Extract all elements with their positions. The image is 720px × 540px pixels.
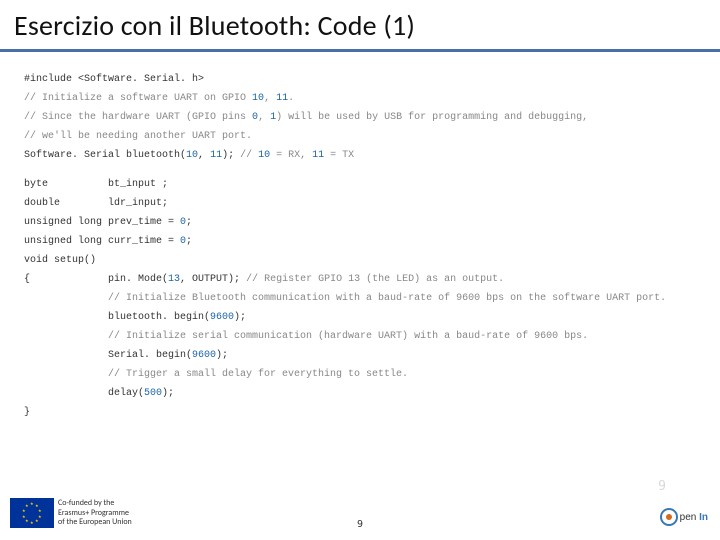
code-line: { pin. Mode(13, OUTPUT); // Register GPI… [24, 270, 700, 289]
phantom-number: 9 [658, 479, 666, 494]
openin-logo: pen In [660, 508, 708, 526]
code-comment: // Since the hardware UART (GPIO pins 0,… [24, 108, 700, 127]
code-line: double ldr_input; [24, 194, 700, 213]
code-line: Serial. begin(9600); [24, 346, 700, 365]
code-comment: // Initialize serial communication (hard… [24, 327, 700, 346]
code-comment: // we'll be needing another UART port. [24, 127, 700, 146]
code-comment: // Trigger a small delay for everything … [24, 365, 700, 384]
cofunded-text: Co-funded by the Erasmus+ Programme of t… [58, 499, 132, 528]
page-number: 9 [357, 519, 363, 530]
logo-circle-icon [660, 508, 678, 526]
eu-flag-icon: ★ ★ ★ ★ ★ ★ ★ ★ ★ ★ [10, 498, 54, 528]
code-line: #include <Software. Serial. h> [24, 70, 700, 89]
code-line: delay(500); [24, 384, 700, 403]
code-line: unsigned long curr_time = 0; [24, 232, 700, 251]
code-line: bluetooth. begin(9600); [24, 308, 700, 327]
code-line: } [24, 403, 700, 422]
slide-title: Esercizio con il Bluetooth: Code (1) [0, 0, 720, 52]
code-line: Software. Serial bluetooth(10, 11); // 1… [24, 146, 700, 165]
code-line: unsigned long prev_time = 0; [24, 213, 700, 232]
code-line: void setup() [24, 251, 700, 270]
code-line: byte bt_input ; [24, 175, 700, 194]
code-comment: // Initialize Bluetooth communication wi… [24, 289, 700, 308]
slide-footer: ★ ★ ★ ★ ★ ★ ★ ★ ★ ★ Co-funded by the Era… [0, 484, 720, 534]
code-comment: // Initialize a software UART on GPIO 10… [24, 89, 700, 108]
code-block: #include <Software. Serial. h> // Initia… [0, 52, 720, 426]
